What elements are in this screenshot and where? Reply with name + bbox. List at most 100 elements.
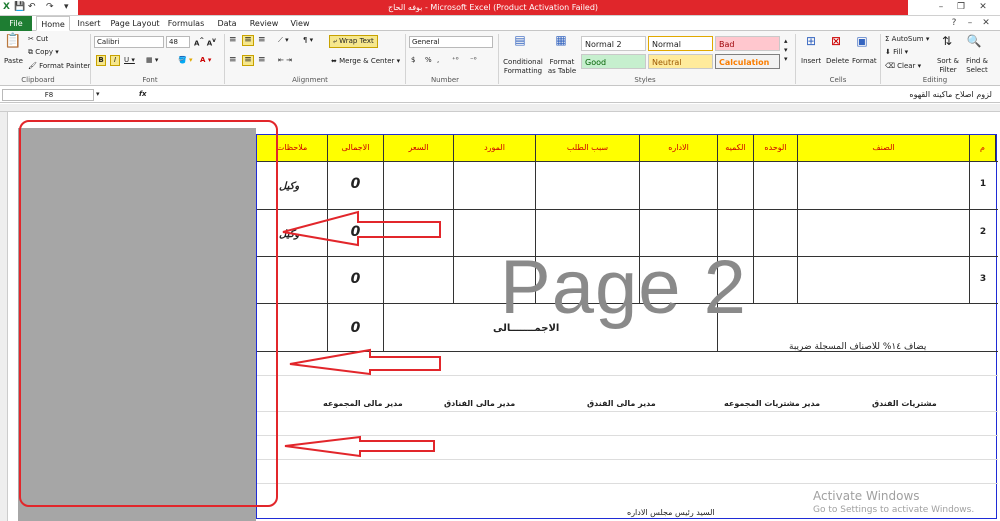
restore-icon[interactable]: ❐ <box>953 1 969 14</box>
borders-icon[interactable]: ▦ ▾ <box>146 56 158 65</box>
format-table-icon[interactable]: ▦ <box>551 33 571 47</box>
autosum-button[interactable]: Σ AutoSum ▾ <box>885 35 929 44</box>
fill-color-icon[interactable]: 🪣 ▾ <box>178 56 192 65</box>
align-left-icon[interactable]: ≡ <box>229 56 237 65</box>
divider <box>90 34 91 84</box>
merge-center-label: Merge & Center <box>339 57 395 65</box>
save-icon[interactable]: 💾 <box>14 1 25 14</box>
find-select-button[interactable]: Find & Select <box>962 57 992 75</box>
insert-cells-button[interactable]: Insert <box>801 57 821 66</box>
format-cells-button[interactable]: Format <box>852 57 877 66</box>
cut-label: Cut <box>36 35 49 43</box>
fill-label: Fill <box>893 48 903 56</box>
customize-qat-icon[interactable]: ▾ <box>64 1 69 14</box>
format-painter-label: Format Painter <box>39 62 91 70</box>
italic-button[interactable]: I <box>110 55 120 66</box>
number-format-select[interactable]: General <box>409 36 493 48</box>
grow-font-icon[interactable]: A^ Av <box>194 37 216 48</box>
copy-label: Copy <box>35 48 53 56</box>
tab-view[interactable]: View <box>287 16 313 31</box>
currency-icon[interactable]: $ <box>411 56 415 65</box>
align-middle-icon[interactable]: ≡ <box>242 35 254 46</box>
minimize-icon[interactable]: – <box>933 1 949 14</box>
merge-center-button[interactable]: ⬌ Merge & Center ▾ <box>331 57 400 66</box>
copy-button[interactable]: ⧉ Copy ▾ <box>28 48 59 57</box>
delete-cells-button[interactable]: Delete <box>826 57 849 66</box>
divider <box>224 34 225 84</box>
tab-review[interactable]: Review <box>246 16 282 31</box>
style-calculation[interactable]: Calculation <box>715 54 780 69</box>
clear-button[interactable]: ⌫ Clear ▾ <box>885 62 921 71</box>
font-size-select[interactable]: 48 <box>166 36 190 48</box>
autosum-label: AutoSum <box>891 35 924 43</box>
window-title: بوفه الحاج - Microsoft Excel (Product Ac… <box>78 0 908 15</box>
style-neutral[interactable]: Neutral <box>648 54 713 69</box>
delete-cells-icon[interactable]: ⊠ <box>827 34 845 48</box>
style-good[interactable]: Good <box>581 54 646 69</box>
font-color-icon[interactable]: A ▾ <box>200 56 211 65</box>
ribbon: 📋 Paste ✂ Cut ⧉ Copy ▾ 🖌 Format Painter … <box>0 31 1000 86</box>
tab-file[interactable]: File <box>0 16 32 31</box>
ribbon-tabs: File Home Insert Page Layout Formulas Da… <box>0 16 1000 31</box>
tab-data[interactable]: Data <box>214 16 240 31</box>
orientation-icon[interactable]: ⟋ ▾ <box>278 36 289 45</box>
arrow-icon <box>282 210 441 247</box>
tab-formulas[interactable]: Formulas <box>166 16 206 31</box>
wrap-text-button[interactable]: ⤶ Wrap Text <box>329 35 378 48</box>
name-box-dropdown-icon[interactable]: ▾ <box>96 90 100 99</box>
help-icon[interactable]: ? <box>946 17 962 30</box>
bold-button[interactable]: B <box>96 55 106 66</box>
redo-icon[interactable]: ↷ <box>46 1 54 14</box>
align-right-icon[interactable]: ≡ <box>258 56 266 65</box>
underline-button[interactable]: U ▾ <box>124 56 135 65</box>
tab-insert[interactable]: Insert <box>74 16 104 31</box>
divider <box>405 34 406 84</box>
insert-cells-icon[interactable]: ⊞ <box>802 34 820 48</box>
text-direction-icon[interactable]: ¶ ▾ <box>303 36 313 45</box>
format-cells-icon[interactable]: ▣ <box>853 34 871 48</box>
conditional-formatting-button[interactable]: Conditional Formatting <box>501 58 545 76</box>
alignment-group-label: Alignment <box>292 76 328 84</box>
activate-windows-title: Activate Windows <box>813 489 920 503</box>
paste-icon[interactable]: 📋 <box>4 34 21 48</box>
worksheet[interactable]: م الصنف الوحده الكميه الاداره سبب الطلب … <box>0 104 1000 521</box>
indent-icon[interactable]: ⇤ ⇥ <box>278 56 292 65</box>
sort-filter-icon[interactable]: ⇅ <box>939 34 955 48</box>
tab-page-layout[interactable]: Page Layout <box>110 16 160 31</box>
styles-scroll-icon[interactable]: ▴ ▾ ▾ <box>784 37 788 64</box>
arrow-icon <box>284 435 435 458</box>
format-table-button[interactable]: Format as Table <box>546 58 578 76</box>
decrease-decimal-icon[interactable]: ⁻⁰ <box>470 56 477 65</box>
styles-group-label: Styles <box>634 76 656 84</box>
sort-filter-button[interactable]: Sort & Filter <box>935 57 961 75</box>
ribbon-minimize-icon[interactable]: – <box>962 17 978 30</box>
increase-decimal-icon[interactable]: ⁺⁰ <box>452 56 459 65</box>
align-bottom-icon[interactable]: ≡ <box>258 36 266 45</box>
paste-button[interactable]: Paste <box>4 57 23 66</box>
close-icon[interactable]: ✕ <box>975 1 991 14</box>
font-name-select[interactable]: Calibri <box>94 36 164 48</box>
clipboard-group-label: Clipboard <box>21 76 55 84</box>
name-box[interactable]: F8 <box>2 89 94 101</box>
fill-button[interactable]: ⬇ Fill ▾ <box>885 48 908 57</box>
workbook-close-icon[interactable]: ✕ <box>978 17 994 30</box>
formula-bar: F8 ▾ fx لزوم اصلاح ماكينه القهوه <box>0 87 1000 103</box>
comma-icon[interactable]: , <box>437 56 439 65</box>
tab-home[interactable]: Home <box>36 16 70 31</box>
align-top-icon[interactable]: ≡ <box>229 36 237 45</box>
align-center-icon[interactable]: ≡ <box>242 55 254 66</box>
editing-group-label: Editing <box>922 76 948 84</box>
style-bad[interactable]: Bad <box>715 36 780 51</box>
formula-input[interactable]: لزوم اصلاح ماكينه القهوه <box>152 89 998 101</box>
percent-icon[interactable]: % <box>425 56 432 65</box>
style-normal-2[interactable]: Normal 2 <box>581 36 646 51</box>
divider <box>880 34 881 84</box>
style-normal[interactable]: Normal <box>648 36 713 51</box>
format-painter-button[interactable]: 🖌 Format Painter <box>28 62 91 71</box>
undo-icon[interactable]: ↶ <box>28 1 36 14</box>
insert-function-icon[interactable]: fx <box>139 90 147 99</box>
cut-button[interactable]: ✂ Cut <box>28 35 48 44</box>
find-select-icon[interactable]: 🔍 <box>966 34 982 48</box>
conditional-formatting-icon[interactable]: ▤ <box>510 33 530 47</box>
clear-label: Clear <box>897 62 916 70</box>
